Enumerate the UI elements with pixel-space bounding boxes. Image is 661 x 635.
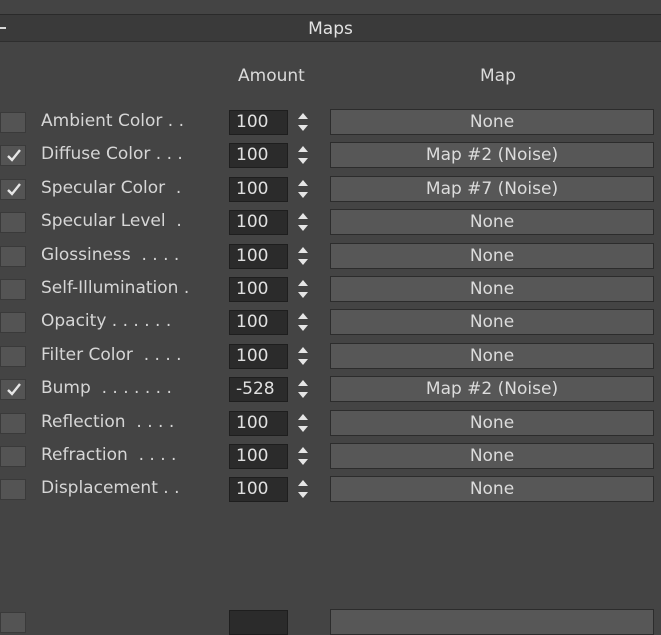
amount-field[interactable]: 100 <box>229 244 288 269</box>
map-slot-row: Refraction . . . . 100 None <box>0 441 661 469</box>
map-button[interactable]: None <box>330 276 654 302</box>
map-slot-row: Specular Color . 100 Map #7 (Noise) <box>0 174 661 202</box>
spinner-arrows-icon[interactable] <box>296 346 310 366</box>
map-button[interactable]: None <box>330 243 654 269</box>
amount-field[interactable]: 100 <box>229 277 288 302</box>
map-slot-label: Specular Color . <box>41 178 182 198</box>
checkmark-icon <box>7 149 21 162</box>
map-slot-label: Bump . . . . . . . <box>41 378 172 398</box>
map-enable-checkbox[interactable] <box>0 346 26 367</box>
map-button[interactable]: None <box>330 109 654 135</box>
spinner-arrows-icon[interactable] <box>296 279 310 299</box>
amount-column-header: Amount <box>238 66 305 86</box>
spinner-arrows-icon[interactable] <box>296 446 310 466</box>
map-slot-label: Reflection . . . . <box>41 412 175 432</box>
map-enable-checkbox[interactable] <box>0 479 26 500</box>
map-slot-label: Glossiness . . . . <box>41 245 180 265</box>
map-enable-checkbox[interactable] <box>0 112 26 133</box>
spinner-arrows-icon[interactable] <box>296 479 310 499</box>
map-enable-checkbox[interactable] <box>0 145 26 166</box>
spinner-arrows-icon[interactable] <box>296 145 310 165</box>
map-enable-checkbox[interactable] <box>0 612 26 633</box>
map-slot-row: Bump . . . . . . . -528 Map #2 (Noise) <box>0 374 661 402</box>
amount-field[interactable]: 100 <box>229 344 288 369</box>
map-enable-checkbox[interactable] <box>0 312 26 333</box>
spinner-arrows-icon[interactable] <box>296 246 310 266</box>
spinner-arrows-icon[interactable] <box>296 112 310 132</box>
spinner-arrows-icon[interactable] <box>296 379 310 399</box>
map-enable-checkbox[interactable] <box>0 179 26 200</box>
map-enable-checkbox[interactable] <box>0 246 26 267</box>
map-slot-label: Specular Level . <box>41 211 182 231</box>
map-slot-label: Opacity . . . . . . <box>41 311 172 331</box>
map-enable-checkbox[interactable] <box>0 212 26 233</box>
map-enable-checkbox[interactable] <box>0 279 26 300</box>
map-button[interactable]: None <box>330 209 654 235</box>
amount-field[interactable]: 100 <box>229 210 288 235</box>
map-button[interactable]: Map #2 (Noise) <box>330 142 654 168</box>
map-button[interactable] <box>330 609 654 635</box>
spinner-arrows-icon[interactable] <box>296 413 310 433</box>
amount-field[interactable]: 100 <box>229 310 288 335</box>
amount-field[interactable]: 100 <box>229 411 288 436</box>
map-slot-row: Self-Illumination . 100 None <box>0 274 661 302</box>
map-enable-checkbox[interactable] <box>0 446 26 467</box>
map-button[interactable]: Map #2 (Noise) <box>330 376 654 402</box>
map-slot-row: Opacity . . . . . . 100 None <box>0 307 661 335</box>
checkmark-icon <box>7 383 21 396</box>
map-slot-row: Displacement . . 100 None <box>0 474 661 502</box>
map-slot-label: Displacement . . <box>41 478 180 498</box>
spinner-arrows-icon[interactable] <box>296 312 310 332</box>
map-slot-row: Specular Level . 100 None <box>0 207 661 235</box>
map-slot-label: Self-Illumination . <box>41 278 190 298</box>
spinner-arrows-icon[interactable] <box>296 212 310 232</box>
map-slot-row: Reflection . . . . 100 None <box>0 408 661 436</box>
map-slot-label: Refraction . . . . <box>41 445 177 465</box>
map-button[interactable]: None <box>330 410 654 436</box>
rollout-title: Maps <box>308 19 353 39</box>
map-slot-label: Diffuse Color . . . <box>41 144 183 164</box>
map-slot-row: Ambient Color . . 100 None <box>0 107 661 135</box>
amount-field[interactable]: 100 <box>229 143 288 168</box>
map-button[interactable]: None <box>330 476 654 502</box>
map-column-header: Map <box>480 66 516 86</box>
map-button[interactable]: Map #7 (Noise) <box>330 176 654 202</box>
amount-field[interactable] <box>229 610 288 635</box>
map-button[interactable]: None <box>330 343 654 369</box>
amount-field[interactable]: 100 <box>229 444 288 469</box>
checkmark-icon <box>7 183 21 196</box>
map-button[interactable]: None <box>330 443 654 469</box>
map-slot-label: Ambient Color . . <box>41 111 185 131</box>
amount-field[interactable]: 100 <box>229 477 288 502</box>
map-slot-row-partial <box>0 607 661 635</box>
map-slot-row: Glossiness . . . . 100 None <box>0 241 661 269</box>
amount-field[interactable]: 100 <box>229 177 288 202</box>
map-enable-checkbox[interactable] <box>0 379 26 400</box>
map-enable-checkbox[interactable] <box>0 413 26 434</box>
amount-field[interactable]: -528 <box>229 377 288 402</box>
amount-field[interactable]: 100 <box>229 110 288 135</box>
map-button[interactable]: None <box>330 309 654 335</box>
map-slot-row: Diffuse Color . . . 100 Map #2 (Noise) <box>0 140 661 168</box>
maps-rollout-header[interactable]: Maps <box>0 14 661 42</box>
map-slot-row: Filter Color . . . . 100 None <box>0 341 661 369</box>
map-slot-label: Filter Color . . . . <box>41 345 182 365</box>
spinner-arrows-icon[interactable] <box>296 179 310 199</box>
